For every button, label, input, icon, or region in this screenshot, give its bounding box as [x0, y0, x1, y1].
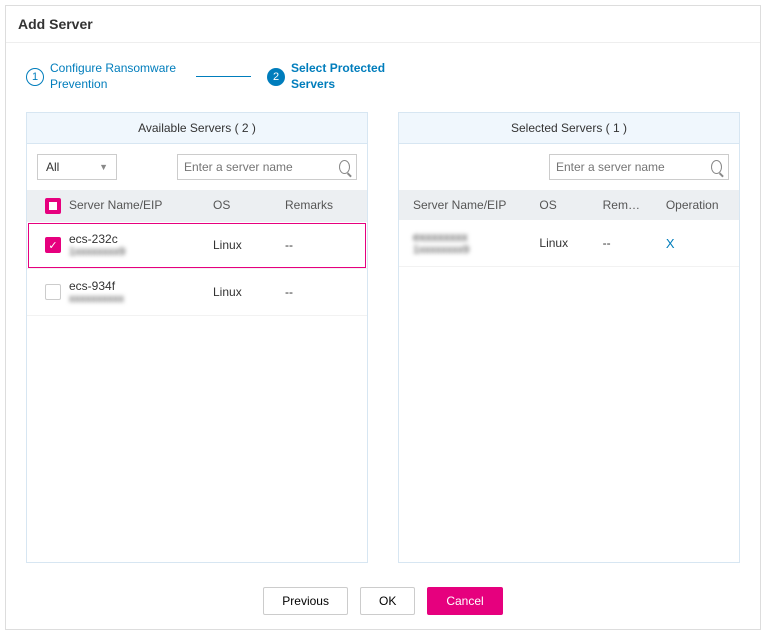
col-header-name: Server Name/EIP [69, 198, 213, 214]
step-label-2: Select Protected Servers [291, 61, 421, 92]
selected-search[interactable] [549, 154, 729, 180]
table-row: exxxxxxxx 1xxxxxxxx9 Linux -- X [399, 220, 739, 267]
available-search-input[interactable] [184, 160, 339, 174]
step-divider [196, 76, 251, 77]
selected-header: Selected Servers ( 1 ) [399, 113, 739, 144]
selected-table-body: exxxxxxxx 1xxxxxxxx9 Linux -- X [399, 220, 739, 562]
available-search[interactable] [177, 154, 357, 180]
step-configure-ransomware[interactable]: 1 Configure Ransomware Prevention [26, 61, 180, 92]
selected-controls [399, 144, 739, 190]
col-header-os: OS [213, 198, 285, 214]
table-row[interactable]: ecs-232c 1xxxxxxxx9 Linux -- [27, 222, 367, 269]
available-table-head: Server Name/EIP OS Remarks [27, 190, 367, 222]
cancel-button[interactable]: Cancel [427, 587, 502, 615]
step-number-1: 1 [26, 68, 44, 86]
available-controls: All ▼ [27, 144, 367, 190]
previous-button[interactable]: Previous [263, 587, 348, 615]
filter-value: All [46, 160, 59, 174]
col-header-name: Server Name/EIP [409, 198, 539, 212]
selected-table-head: Server Name/EIP OS Rem… Operation [399, 190, 739, 220]
col-header-os: OS [539, 198, 602, 212]
server-os: Linux [539, 236, 602, 250]
dialog: Add Server 1 Configure Ransomware Preven… [5, 5, 761, 630]
select-all-checkbox[interactable] [45, 198, 61, 214]
dialog-title: Add Server [6, 6, 760, 43]
server-remarks: -- [603, 236, 666, 250]
step-number-2: 2 [267, 68, 285, 86]
search-icon[interactable] [339, 160, 350, 174]
server-remarks: -- [285, 285, 357, 299]
server-name: exxxxxxxx [413, 230, 539, 244]
step-label-1: Configure Ransomware Prevention [50, 61, 180, 92]
server-os: Linux [213, 285, 285, 299]
server-os: Linux [213, 238, 285, 252]
row-checkbox[interactable] [45, 284, 61, 300]
server-ip: xxxxxxxxxx [69, 293, 213, 305]
remove-button[interactable]: X [666, 236, 675, 251]
available-header: Available Servers ( 2 ) [27, 113, 367, 144]
selected-servers-panel: Selected Servers ( 1 ) Server Name/EIP O… [398, 112, 740, 563]
server-ip: 1xxxxxxxx9 [413, 244, 539, 256]
filter-dropdown[interactable]: All ▼ [37, 154, 117, 180]
selected-search-input[interactable] [556, 160, 711, 174]
row-checkbox[interactable] [45, 237, 61, 253]
server-ip: 1xxxxxxxx9 [69, 246, 213, 258]
dialog-footer: Previous OK Cancel [6, 573, 760, 629]
server-remarks: -- [285, 238, 357, 252]
col-header-operation: Operation [666, 198, 729, 212]
available-table-body: ecs-232c 1xxxxxxxx9 Linux -- ecs-934f xx… [27, 222, 367, 562]
table-row[interactable]: ecs-934f xxxxxxxxxx Linux -- [27, 269, 367, 316]
col-header-remarks: Remarks [285, 198, 357, 214]
wizard-steps: 1 Configure Ransomware Prevention 2 Sele… [6, 43, 760, 102]
server-name: ecs-232c [69, 232, 213, 246]
chevron-down-icon: ▼ [99, 162, 108, 172]
ok-button[interactable]: OK [360, 587, 415, 615]
step-select-servers[interactable]: 2 Select Protected Servers [267, 61, 421, 92]
server-name: ecs-934f [69, 279, 213, 293]
col-header-remarks: Rem… [603, 198, 666, 212]
available-servers-panel: Available Servers ( 2 ) All ▼ Server Nam… [26, 112, 368, 563]
search-icon[interactable] [711, 160, 722, 174]
server-panels: Available Servers ( 2 ) All ▼ Server Nam… [6, 102, 760, 573]
